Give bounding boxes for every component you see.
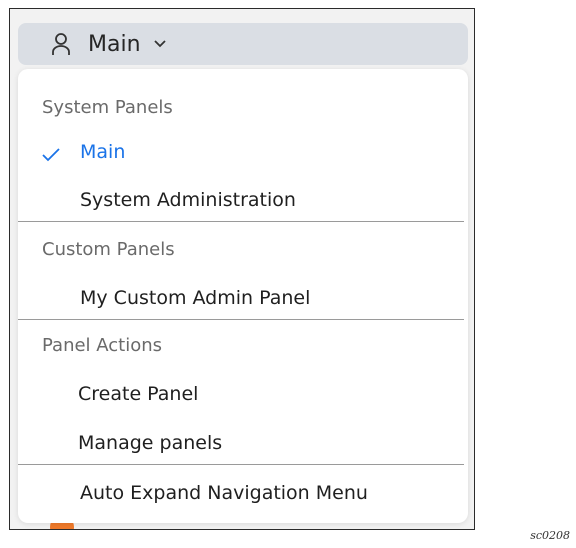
- section-heading-system-panels: System Panels: [42, 97, 173, 118]
- screenshot-frame: Main System Panels Main System Administr…: [9, 8, 475, 530]
- figure-caption: sc0208: [530, 529, 570, 542]
- section-divider: [18, 221, 464, 222]
- check-icon: [42, 148, 60, 162]
- panel-dropdown-menu: System Panels Main System Administration…: [18, 69, 468, 523]
- menu-item-my-custom-admin-panel[interactable]: My Custom Admin Panel: [80, 287, 310, 309]
- panel-selector-label: Main: [88, 31, 141, 57]
- panel-selector-button[interactable]: Main: [18, 23, 468, 65]
- menu-item-auto-expand-navigation[interactable]: Auto Expand Navigation Menu: [80, 482, 368, 504]
- section-divider: [18, 464, 464, 465]
- section-divider: [18, 319, 464, 320]
- menu-item-manage-panels[interactable]: Manage panels: [78, 432, 222, 454]
- user-icon: [50, 31, 72, 57]
- section-heading-panel-actions: Panel Actions: [42, 335, 163, 356]
- menu-item-main[interactable]: Main: [80, 141, 125, 163]
- menu-item-system-administration[interactable]: System Administration: [80, 189, 296, 211]
- section-heading-custom-panels: Custom Panels: [42, 239, 175, 260]
- menu-item-create-panel[interactable]: Create Panel: [78, 383, 198, 405]
- chevron-down-icon: [153, 37, 167, 51]
